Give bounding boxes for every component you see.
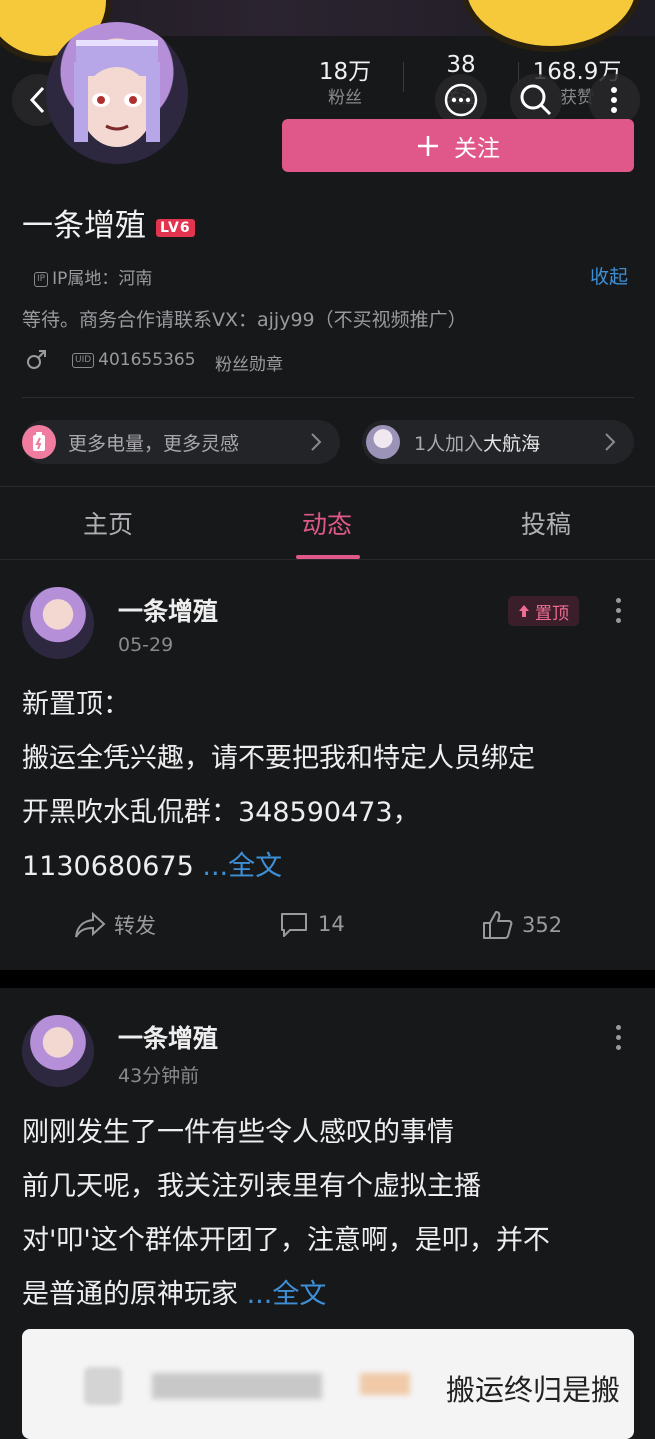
post-avatar[interactable]: [22, 587, 94, 659]
fan-medal[interactable]: 粉丝勋章: [215, 350, 283, 375]
chat-bubble-icon: [444, 83, 478, 117]
tabs-divider-top: [0, 486, 655, 487]
search-icon: [520, 84, 552, 116]
profile-avatar[interactable]: [46, 22, 188, 164]
post-text-line: 对'叩'这个群体开团了，注意啊，是叩，并不: [22, 1225, 550, 1256]
decoration-sticker-right: [460, 0, 642, 52]
post-separator: [0, 970, 655, 988]
crew-avatar: [366, 425, 400, 459]
ip-icon: IP: [34, 271, 49, 287]
comment-button[interactable]: 14: [278, 910, 345, 938]
thumbs-up-icon: [483, 911, 513, 939]
post-text-line: 新置顶：: [22, 689, 130, 720]
tab-dynamics[interactable]: 动态: [267, 505, 387, 541]
tabs-divider-bottom: [0, 559, 655, 560]
arrow-up-icon: [519, 605, 529, 617]
post-more-button[interactable]: [616, 598, 622, 623]
level-badge: LV6: [156, 218, 195, 237]
repost-button[interactable]: 转发: [74, 910, 156, 940]
pinned-badge: 置顶: [508, 596, 579, 626]
card-blurred-badge: [360, 1373, 410, 1395]
tab-uploads[interactable]: 投稿: [486, 505, 606, 541]
embedded-post-card[interactable]: 搬运终归是搬: [22, 1329, 634, 1439]
tab-home[interactable]: 主页: [48, 505, 168, 541]
post-text-line: 是普通的原神玩家 ...全文: [22, 1279, 327, 1310]
gender-male-icon: [26, 348, 48, 374]
comment-icon: [281, 913, 307, 937]
uid[interactable]: UID 401655365: [72, 350, 196, 370]
post-avatar[interactable]: [22, 1015, 94, 1087]
stat-divider: [403, 62, 404, 92]
ip-location: IP IP属地：河南: [34, 264, 152, 289]
expand-full-text-link[interactable]: ...全文: [247, 1279, 327, 1310]
expand-full-text-link[interactable]: ...全文: [202, 851, 282, 882]
profile-bio: 等待。商务合作请联系VX：ajjy99（不买视频推广）: [22, 309, 467, 331]
follow-label: 关注: [454, 135, 500, 162]
post-text-line: 开黑吹水乱侃群：348590473，: [22, 797, 420, 828]
collapse-link[interactable]: 收起: [590, 262, 628, 289]
profile-name: 一条增殖: [22, 208, 146, 244]
post-text-line: 搬运全凭兴趣，请不要把我和特定人员绑定: [22, 743, 535, 774]
card-blurred-name: [152, 1373, 322, 1399]
post-text-line: 前几天呢，我关注列表里有个虚拟主播: [22, 1171, 481, 1202]
card-blurred-avatar: [84, 1367, 122, 1405]
post-text-line: 刚刚发生了一件有些令人感叹的事情: [22, 1117, 454, 1148]
post-time: 43分钟前: [118, 1065, 200, 1087]
crew-promo[interactable]: 1人加入大航海: [362, 420, 634, 464]
chevron-right-icon: [605, 433, 616, 451]
post-more-button[interactable]: [616, 1025, 622, 1050]
charge-promo[interactable]: 更多电量，更多灵感: [22, 420, 340, 464]
card-text: 搬运终归是搬: [446, 1373, 621, 1407]
plus-icon: [418, 135, 438, 156]
share-arrow-icon: [75, 911, 106, 938]
more-vertical-icon: [611, 87, 617, 113]
like-button[interactable]: 352: [482, 910, 562, 940]
charge-promo-label: 更多电量，更多灵感: [68, 432, 240, 455]
post-author[interactable]: 一条增殖: [118, 1019, 218, 1055]
post-time: 05-29: [118, 634, 174, 656]
divider: [22, 397, 634, 398]
crew-promo-label: 1人加入大航海: [414, 432, 541, 455]
profile-name-row: 一条增殖 LV6: [22, 200, 195, 245]
post-author[interactable]: 一条增殖: [118, 592, 218, 628]
fans-label: 粉丝: [328, 88, 362, 108]
chevron-right-icon: [311, 433, 322, 451]
post-text-line: 1130680675 ...全文: [22, 851, 283, 882]
battery-icon: [22, 425, 56, 459]
fans-count[interactable]: 18万: [290, 52, 400, 86]
follow-button[interactable]: 关注: [282, 119, 634, 172]
uid-icon: UID: [72, 352, 95, 368]
